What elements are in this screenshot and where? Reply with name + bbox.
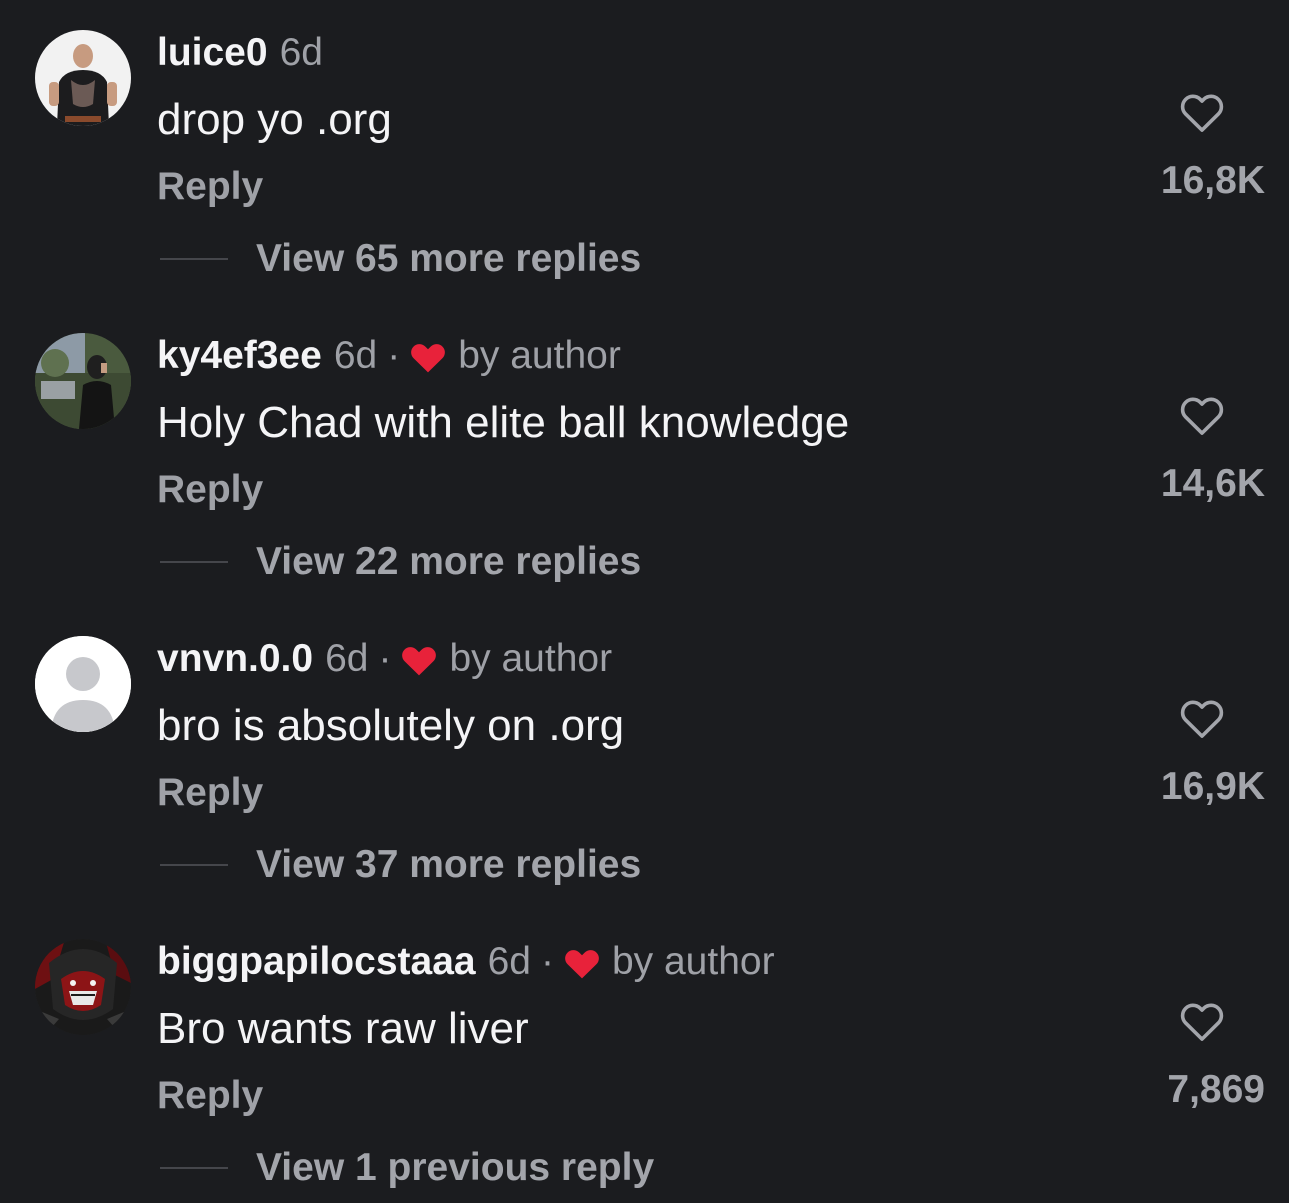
separator-dot: ·	[387, 334, 401, 377]
avatar[interactable]	[35, 636, 131, 732]
view-more-replies-button[interactable]: View 22 more replies	[160, 537, 641, 587]
comment-header: vnvn.0.0 6d · by author	[157, 634, 612, 684]
heart-filled-icon	[399, 641, 439, 677]
username[interactable]: vnvn.0.0	[157, 634, 313, 684]
separator-dot: ·	[540, 940, 554, 983]
liked-by-author-label: by author	[611, 940, 775, 983]
comment-list: luice0 6d drop yo .org Reply 16,8K View …	[0, 0, 1289, 1203]
heart-filled-icon	[562, 944, 602, 980]
heart-outline-icon	[1180, 94, 1224, 132]
reply-thread-divider	[160, 864, 228, 866]
comment-text: Bro wants raw liver	[157, 1004, 529, 1053]
comment-time: 6d	[325, 637, 369, 680]
reply-thread-divider	[160, 561, 228, 563]
view-replies-label: View 37 more replies	[256, 843, 642, 886]
comment-text: bro is absolutely on .org	[157, 701, 625, 750]
view-replies-label: View 22 more replies	[256, 540, 642, 583]
comment-item: luice0 6d drop yo .org Reply 16,8K View …	[0, 0, 1289, 303]
comment-item: biggpapilocstaaa 6d · by author Bro want…	[0, 909, 1289, 1203]
comment-text: drop yo .org	[157, 95, 392, 144]
avatar[interactable]	[35, 30, 131, 126]
avatar[interactable]	[35, 939, 131, 1035]
comment-header: luice0 6d	[157, 28, 323, 78]
comment-header: biggpapilocstaaa 6d · by author	[157, 937, 775, 987]
reply-button[interactable]: Reply	[157, 465, 263, 515]
anime-art-avatar	[35, 939, 131, 1035]
reply-button[interactable]: Reply	[157, 1071, 263, 1121]
person-photo-avatar	[35, 30, 131, 126]
reply-button[interactable]: Reply	[157, 768, 263, 818]
reply-thread-divider	[160, 1167, 228, 1169]
liked-by-author-label: by author	[449, 637, 613, 680]
view-previous-reply-button[interactable]: View 1 previous reply	[160, 1143, 654, 1193]
view-more-replies-button[interactable]: View 65 more replies	[160, 234, 641, 284]
like-count: 16,9K	[1160, 765, 1265, 808]
heart-filled-icon	[408, 338, 448, 374]
view-replies-label: View 1 previous reply	[256, 1146, 655, 1189]
heart-outline-icon	[1180, 1003, 1224, 1041]
comment-item: vnvn.0.0 6d · by author bro is absolutel…	[0, 606, 1289, 909]
like-button[interactable]	[1175, 387, 1229, 441]
reply-button[interactable]: Reply	[157, 162, 263, 212]
like-count: 16,8K	[1160, 159, 1265, 202]
reply-thread-divider	[160, 258, 228, 260]
comment-item: ky4ef3ee 6d · by author Holy Chad with e…	[0, 303, 1289, 606]
liked-by-author-label: by author	[458, 334, 621, 377]
view-replies-label: View 65 more replies	[256, 237, 642, 280]
outdoor-photo-avatar	[35, 333, 131, 429]
username[interactable]: biggpapilocstaaa	[157, 937, 476, 987]
view-more-replies-button[interactable]: View 37 more replies	[160, 840, 641, 890]
username[interactable]: luice0	[157, 28, 268, 78]
separator-dot: ·	[378, 637, 392, 680]
avatar[interactable]	[35, 333, 131, 429]
comment-time: 6d	[333, 334, 378, 377]
like-button[interactable]	[1175, 993, 1229, 1047]
comment-time: 6d	[279, 31, 323, 74]
like-button[interactable]	[1175, 690, 1229, 744]
default-user-avatar	[35, 636, 131, 732]
comment-text: Holy Chad with elite ball knowledge	[157, 398, 850, 447]
comment-time: 6d	[487, 940, 531, 983]
like-count: 7,869	[1167, 1068, 1265, 1111]
like-button[interactable]	[1175, 84, 1229, 138]
comment-header: ky4ef3ee 6d · by author	[157, 331, 621, 381]
heart-outline-icon	[1180, 397, 1224, 435]
heart-outline-icon	[1180, 700, 1224, 738]
username[interactable]: ky4ef3ee	[157, 331, 322, 381]
like-count: 14,6K	[1160, 462, 1265, 505]
